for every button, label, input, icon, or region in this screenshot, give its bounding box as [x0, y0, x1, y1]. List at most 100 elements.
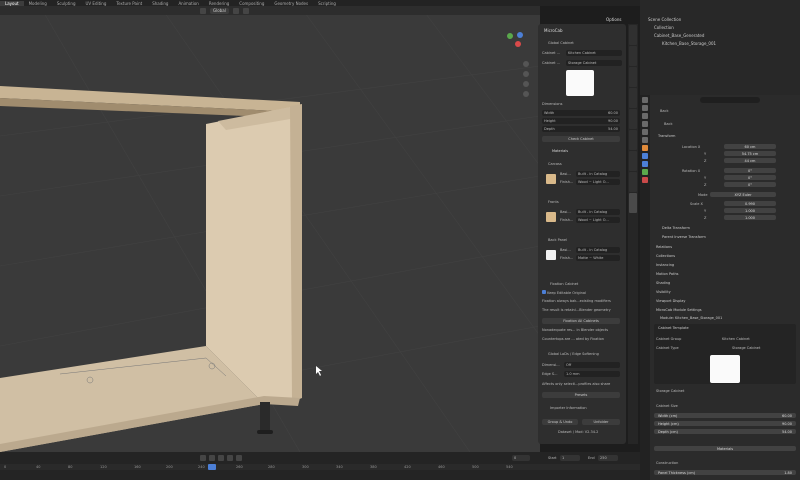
- check-cabinet-button[interactable]: Check Cabinet: [542, 136, 620, 142]
- scale-z-field[interactable]: 1.000: [724, 215, 776, 220]
- tab-edit[interactable]: [629, 109, 637, 129]
- jump-start-icon[interactable]: [200, 455, 206, 461]
- start-frame-field[interactable]: 1: [560, 455, 580, 461]
- fixation-all-button[interactable]: Fixation All Cabinets: [542, 318, 620, 324]
- custom-props-section[interactable]: MicroCab Module Settings: [656, 308, 702, 312]
- orientation-dropdown[interactable]: Global: [210, 7, 229, 14]
- presets-button[interactable]: Presets: [542, 392, 620, 398]
- tab-view[interactable]: [629, 67, 637, 87]
- keep-editable-checkbox[interactable]: Keep Editable Original: [542, 290, 586, 295]
- outliner[interactable]: Scene Collection Collection Cabinet_Base…: [640, 0, 800, 95]
- shading-section[interactable]: Shading: [656, 281, 670, 285]
- edge-softening-field[interactable]: 1.0 mm: [564, 371, 620, 377]
- carcass-swatch[interactable]: [546, 174, 556, 184]
- back-panel-swatch[interactable]: [546, 250, 556, 260]
- workspace-tab[interactable]: Rendering: [204, 1, 234, 6]
- scale-y-field[interactable]: 1.000: [724, 208, 776, 213]
- location-z-field[interactable]: 44 cm: [724, 158, 776, 163]
- cabinet-type-dropdown[interactable]: Storage Cabinet: [566, 60, 622, 66]
- tab-tool[interactable]: [629, 46, 637, 66]
- current-frame-field[interactable]: 0: [512, 455, 530, 461]
- rotation-x-field[interactable]: 0°: [724, 168, 776, 173]
- outliner-row-kitchen-base[interactable]: Kitchen_Base_Storage_001: [662, 41, 716, 46]
- relations-section[interactable]: Relations: [656, 245, 672, 249]
- scale-x-field[interactable]: 0.990: [724, 201, 776, 206]
- modifier-tab-icon[interactable]: [642, 153, 648, 159]
- workspace-tab[interactable]: Modeling: [24, 1, 52, 6]
- material-tab-icon[interactable]: [642, 177, 648, 183]
- size-depth-field[interactable]: Depth (cm) 54.00: [654, 429, 796, 434]
- tool-tab-icon[interactable]: [642, 97, 648, 103]
- world-tab-icon[interactable]: [642, 137, 648, 143]
- fronts-swatch[interactable]: [546, 212, 556, 222]
- visibility-section[interactable]: Visibility: [656, 290, 671, 294]
- render-tab-icon[interactable]: [642, 105, 648, 111]
- size-width-field[interactable]: Width (cm) 60.00: [654, 413, 796, 418]
- carcass-catalog-dropdown[interactable]: Built - in Catalog: [576, 171, 620, 177]
- physics-tab-icon[interactable]: [642, 161, 648, 167]
- delta-transform-section[interactable]: Delta Transform: [662, 226, 690, 230]
- properties-search-input[interactable]: [700, 97, 760, 103]
- importer-info-section[interactable]: Importer Information: [550, 406, 587, 410]
- workspace-tab[interactable]: Shading: [147, 1, 173, 6]
- object-tab-icon[interactable]: [642, 145, 648, 151]
- outliner-row-cabinet-base[interactable]: Cabinet_Base_Generated: [654, 33, 704, 38]
- outliner-row-scene-collection[interactable]: Scene Collection: [648, 17, 681, 22]
- workspace-tab[interactable]: Sculpting: [52, 1, 81, 6]
- workspace-tab[interactable]: Compositing: [234, 1, 269, 6]
- workspace-tab[interactable]: Texture Paint: [111, 1, 147, 6]
- viewport-display-section[interactable]: Viewport Display: [656, 299, 686, 303]
- panel-thickness-field[interactable]: Panel Thickness (cm) 1.80: [654, 470, 796, 475]
- timeline-ruler[interactable]: [0, 464, 640, 470]
- play-icon[interactable]: [218, 455, 224, 461]
- tab-addon2[interactable]: [629, 151, 637, 171]
- workspace-tab[interactable]: Geometry Nodes: [269, 1, 313, 6]
- workspace-tab[interactable]: Scripting: [313, 1, 341, 6]
- fronts-catalog-dropdown[interactable]: Built - in Catalog: [576, 209, 620, 215]
- jump-end-icon[interactable]: [236, 455, 242, 461]
- transform-orientation-icon[interactable]: [200, 7, 206, 14]
- tab-addon[interactable]: [629, 130, 637, 150]
- global-cabinet-section[interactable]: Global Cabinet: [548, 41, 574, 45]
- cabinet-preview-image[interactable]: [566, 70, 594, 96]
- location-x-field[interactable]: 60 cm: [724, 144, 776, 149]
- prev-keyframe-icon[interactable]: [209, 455, 215, 461]
- dimension-dropdown[interactable]: Off: [564, 362, 620, 368]
- end-frame-field[interactable]: 250: [598, 455, 618, 461]
- unfolder-button[interactable]: Unfolder: [582, 419, 620, 425]
- location-y-field[interactable]: 54.75 cm: [724, 151, 776, 156]
- workspace-tab[interactable]: UV Editing: [81, 1, 112, 6]
- fronts-finish-dropdown[interactable]: Wood ~ Light O...: [576, 217, 620, 223]
- rotation-z-field[interactable]: 0°: [724, 182, 776, 187]
- back-panel-catalog-dropdown[interactable]: Built - in Catalog: [576, 247, 620, 253]
- cab-group-value[interactable]: Kitchen Cabinet: [722, 337, 750, 341]
- template-preview-image[interactable]: [710, 355, 740, 383]
- instancing-section[interactable]: Instancing: [656, 263, 674, 267]
- cabinet-group-dropdown[interactable]: Kitchen Cabinet: [566, 50, 622, 56]
- transform-section[interactable]: Transform: [658, 134, 675, 138]
- tab-microcab[interactable]: [629, 193, 637, 213]
- tab-create[interactable]: [629, 88, 637, 108]
- cab-type-value[interactable]: Storage Cabinet: [732, 346, 760, 350]
- navigation-gizmo-icon[interactable]: [507, 32, 523, 47]
- options-button[interactable]: Options: [606, 17, 621, 22]
- size-height-field[interactable]: Height (cm) 90.00: [654, 421, 796, 426]
- proportional-edit-icon[interactable]: [242, 7, 249, 14]
- parent-inverse-section[interactable]: Parent Inverse Transform: [662, 235, 706, 239]
- materials-expander[interactable]: Materials: [654, 446, 796, 451]
- sub-object-name[interactable]: Back: [664, 122, 673, 126]
- motion-paths-section[interactable]: Motion Paths: [656, 272, 679, 276]
- carcass-finish-dropdown[interactable]: Wood ~ Light O...: [576, 179, 620, 185]
- tab-addon3[interactable]: [629, 172, 637, 192]
- tab-item[interactable]: [629, 25, 637, 45]
- viewport-nav-buttons[interactable]: [523, 61, 529, 97]
- playhead[interactable]: [208, 464, 216, 470]
- data-tab-icon[interactable]: [642, 169, 648, 175]
- view-layer-tab-icon[interactable]: [642, 121, 648, 127]
- scene-tab-icon[interactable]: [642, 129, 648, 135]
- rotation-mode-dropdown[interactable]: XYZ Euler: [710, 192, 776, 197]
- workspace-tab[interactable]: Layout: [0, 0, 24, 6]
- 3d-viewport[interactable]: [0, 6, 540, 452]
- rotation-y-field[interactable]: 0°: [724, 175, 776, 180]
- collections-section[interactable]: Collections: [656, 254, 675, 258]
